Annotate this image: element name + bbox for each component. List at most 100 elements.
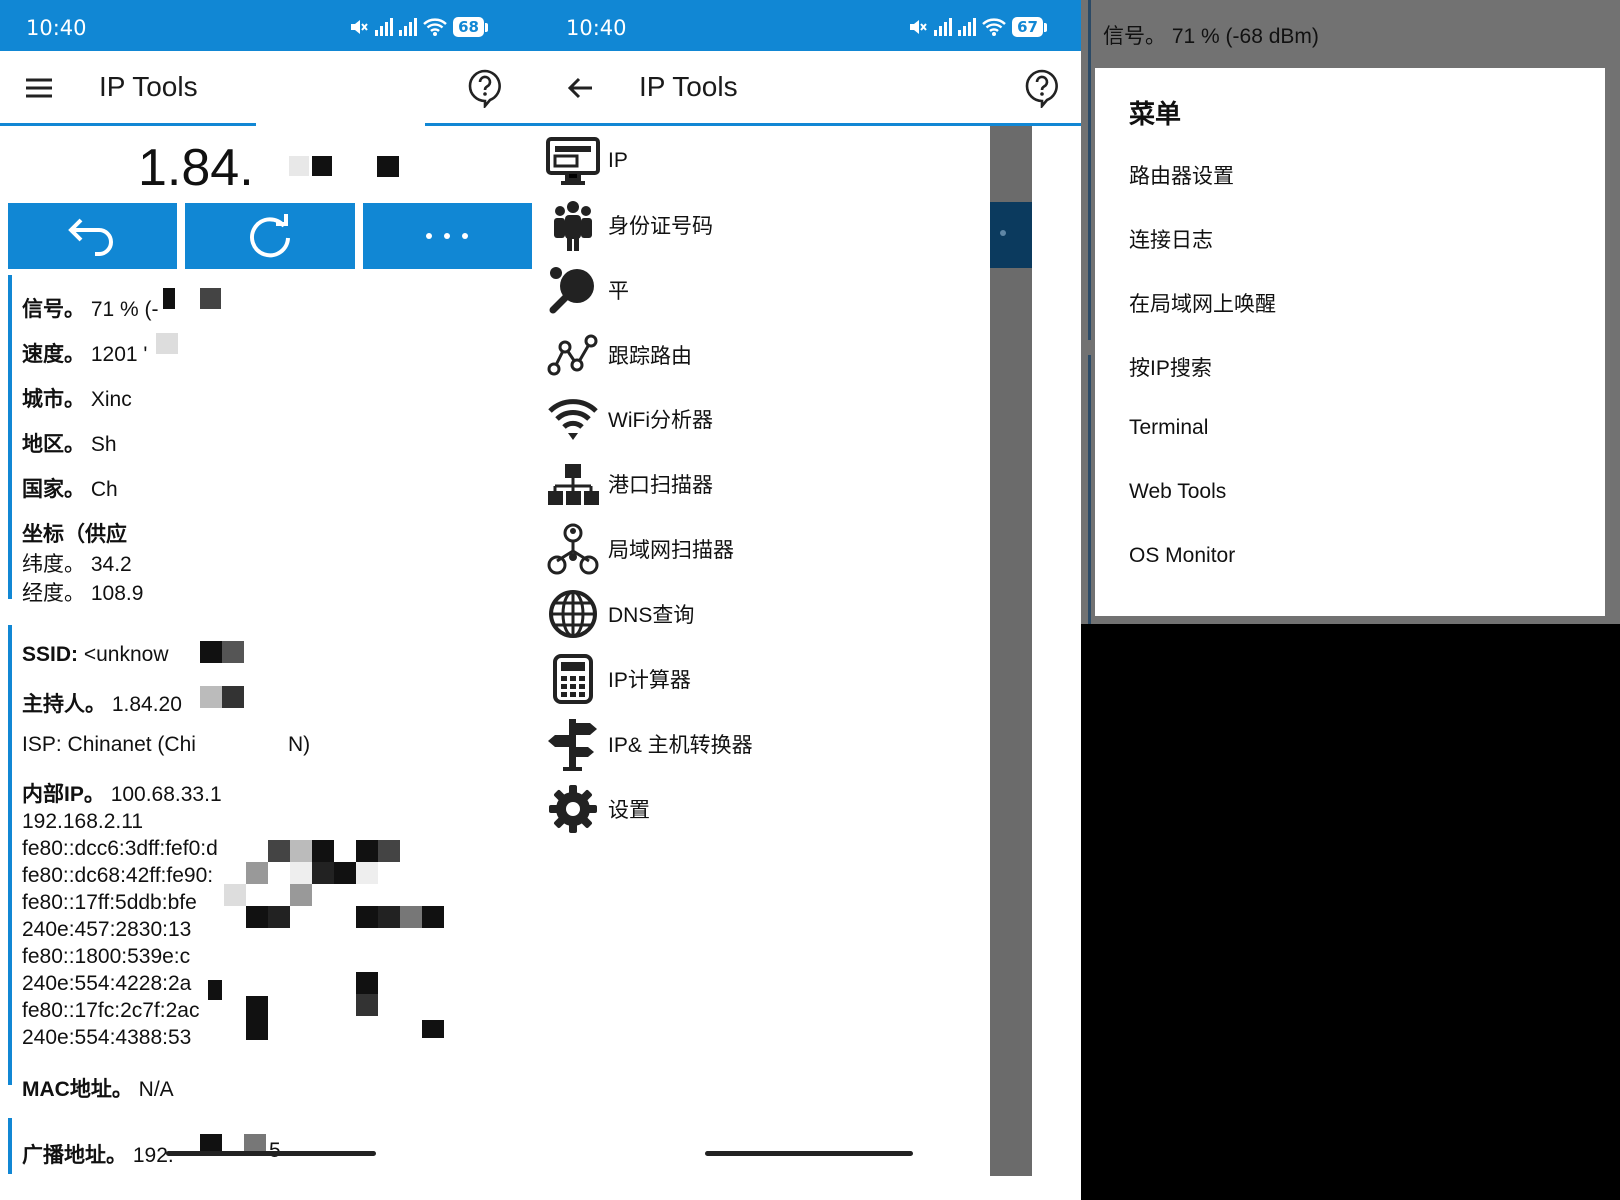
menu-item-lan-scanner[interactable]: 局域网扫描器 — [540, 518, 990, 580]
menu-item-ip-calculator[interactable]: IP计算器 — [540, 648, 990, 710]
menu-item-host-converter[interactable]: IP& 主机转换器 — [540, 713, 990, 775]
tools-menu-screen: 10:40 67 IP Tools IP 身份证号码 平 跟踪路由 WiFi分析… — [540, 0, 1081, 1200]
app-bar-underline — [0, 123, 256, 126]
home-indicator[interactable] — [705, 1151, 913, 1156]
more-dots-icon — [426, 233, 469, 239]
menu-item-ping[interactable]: 平 — [540, 259, 990, 321]
internal-ip-list: 192.168.2.11 fe80::dcc6:3dff:fef0:d9 fe8… — [22, 808, 229, 1051]
menu-web-tools[interactable]: Web Tools — [1129, 480, 1226, 504]
status-icons: 67 — [908, 17, 1047, 37]
back-arrow-icon[interactable] — [564, 71, 598, 105]
lan-scanner-icon — [547, 523, 599, 575]
signal-icon-2 — [399, 18, 418, 36]
ip-line: fe80::17ff:5ddb:bfe — [22, 891, 197, 914]
signal-row: 信号。 71 % (- — [22, 298, 159, 321]
redaction-block — [289, 156, 309, 176]
menu-item-wifi-analyzer[interactable]: WiFi分析器 — [540, 388, 990, 450]
ip-line: 240e:554:4228:2a — [22, 972, 192, 995]
help-icon[interactable] — [1023, 68, 1061, 108]
battery-tip — [1044, 22, 1047, 32]
region-row: 地区。 Sh — [22, 433, 117, 456]
signal-icon — [375, 18, 394, 36]
port-scanner-icon — [548, 464, 599, 505]
menu-item-ip[interactable]: IP — [540, 130, 990, 192]
gear-icon — [549, 785, 597, 833]
wifi-icon — [548, 399, 598, 440]
mute-icon — [351, 20, 368, 34]
signpost-icon — [548, 719, 597, 771]
app-title: IP Tools — [639, 71, 738, 102]
menu-item-traceroute[interactable]: 跟踪路由 — [540, 324, 990, 386]
redaction-block — [200, 288, 221, 309]
menu-item-settings[interactable]: 设置 — [540, 778, 990, 840]
latitude-row: 纬度。 34.2 — [22, 553, 132, 576]
coords-heading: 坐标（供应 — [22, 523, 127, 546]
redaction-block — [156, 333, 178, 354]
ping-pong-icon — [549, 267, 594, 314]
public-ip: 1.84. — [138, 139, 254, 197]
action-buttons — [8, 203, 532, 269]
app-bar: IP Tools — [540, 51, 1081, 126]
signal-text: 信号。 71 % (-68 dBm) — [1103, 25, 1319, 48]
redaction-block — [222, 641, 244, 663]
globe-icon — [549, 590, 597, 638]
dimmed-content — [990, 126, 1032, 1176]
people-icon — [554, 201, 592, 251]
ip-line: fe80::dc68:42ff:fe90: — [22, 864, 214, 887]
refresh-icon — [250, 214, 290, 258]
menu-terminal[interactable]: Terminal — [1129, 416, 1208, 440]
mac-row: MAC地址。 N/A — [22, 1078, 174, 1101]
refresh-button[interactable] — [185, 203, 355, 269]
wifi-status-icon — [982, 18, 1006, 36]
ip-line: fe80::1800:539e:c — [22, 945, 191, 968]
menu-search-by-ip[interactable]: 按IP搜索 — [1129, 352, 1212, 382]
trace-route-icon — [547, 334, 598, 376]
undo-icon — [67, 218, 113, 256]
host-row: 主持人。 1.84.20 — [22, 693, 182, 716]
ip-line: 240e:457:2830:13 — [22, 918, 192, 941]
menu-dialog: 菜单 路由器设置 连接日志 在局域网上唤醒 按IP搜索 Terminal Web… — [1095, 68, 1605, 616]
mute-icon — [910, 20, 927, 34]
monitor-icon — [546, 137, 600, 185]
ip-line: fe80::dcc6:3dff:fef0:d9 — [22, 837, 230, 860]
home-indicator[interactable] — [166, 1151, 376, 1156]
menu-item-identity[interactable]: 身份证号码 — [540, 194, 990, 256]
status-time: 10:40 — [26, 16, 87, 40]
redaction-block — [222, 686, 244, 708]
menu-connection-log[interactable]: 连接日志 — [1129, 224, 1213, 254]
more-button[interactable] — [362, 203, 532, 269]
ssid-row: SSID: <unknow — [22, 643, 169, 666]
status-time: 10:40 — [566, 16, 627, 40]
ip-line: fe80::17fc:2c7f:2ac — [22, 999, 200, 1022]
section-marker — [8, 1118, 12, 1174]
battery-icon: 67 — [1012, 17, 1043, 37]
calculator-icon — [553, 654, 593, 704]
back-button[interactable] — [8, 203, 178, 269]
menu-wake-on-lan[interactable]: 在局域网上唤醒 — [1129, 288, 1276, 318]
menu-item-dns-lookup[interactable]: DNS查询 — [540, 583, 990, 645]
battery-icon: 68 — [453, 17, 484, 37]
speed-row: 速度。 1201 ' — [22, 343, 148, 366]
redaction-block — [200, 641, 222, 663]
redaction-block — [312, 156, 332, 176]
menu-os-monitor[interactable]: OS Monitor — [1129, 544, 1235, 568]
broadcast-row: 广播地址。 192. — [22, 1144, 174, 1167]
city-row: 城市。 Xinc — [22, 388, 132, 411]
menu-router-settings[interactable]: 路由器设置 — [1129, 160, 1234, 190]
status-icons: 68 — [349, 17, 488, 37]
redaction-block — [200, 686, 222, 708]
redaction-block — [377, 156, 399, 177]
hamburger-menu-icon[interactable] — [22, 71, 56, 105]
menu-item-port-scanner[interactable]: 港口扫描器 — [540, 453, 990, 515]
internal-ip-row: 内部IP。 100.68.33.1 — [22, 783, 222, 806]
status-bar: 10:40 68 — [0, 0, 540, 51]
section-marker — [8, 625, 12, 1085]
ip-line: 192.168.2.11 — [22, 810, 144, 833]
help-icon[interactable] — [466, 68, 504, 108]
app-bar: IP Tools — [0, 51, 540, 126]
isp-row: ISP: Chinanet (Chi — [22, 733, 196, 756]
section-marker — [8, 275, 12, 599]
main-screen: 10:40 68 IP Tools 1.84. 信号。 71 % (- 速度。 … — [0, 0, 540, 1200]
ip-line: 240e:554:4388:53 — [22, 1026, 192, 1049]
dialog-title: 菜单 — [1129, 100, 1182, 130]
